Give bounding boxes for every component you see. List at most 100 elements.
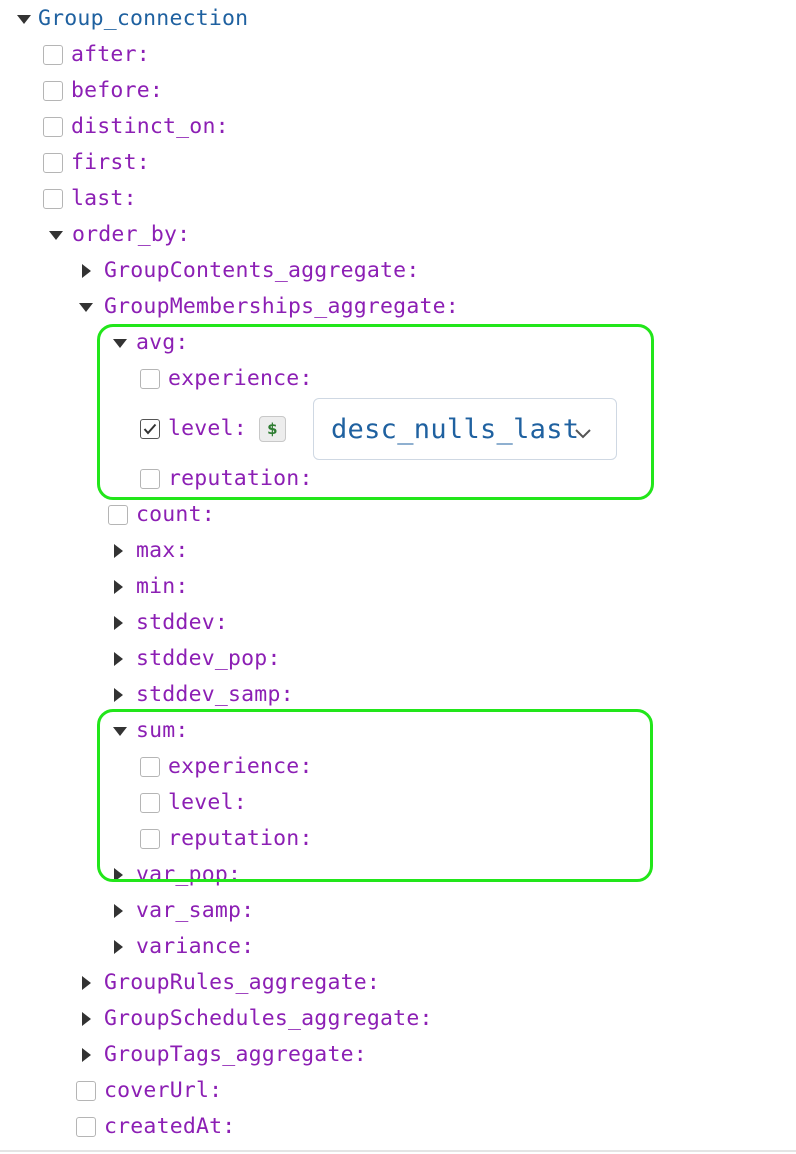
tree-node-label: avg: xyxy=(136,330,189,355)
tree-node-label: stddev: xyxy=(136,610,229,635)
caret-right-icon[interactable] xyxy=(112,536,136,566)
tree-node-group-memberships-aggregate[interactable]: GroupMemberships_aggregate: xyxy=(78,292,459,322)
field-label: level: xyxy=(168,416,247,441)
caret-down-icon[interactable] xyxy=(112,716,136,746)
tree-node-min[interactable]: min: xyxy=(112,572,189,602)
tree-node-variance[interactable]: variance: xyxy=(112,932,254,962)
tree-node-var-pop[interactable]: var_pop: xyxy=(112,860,241,890)
field-checkbox-checked[interactable] xyxy=(140,419,160,439)
caret-down-icon[interactable] xyxy=(16,4,38,34)
field-first[interactable]: first: xyxy=(43,148,150,178)
field-label: createdAt: xyxy=(104,1114,236,1139)
order-by-value-select[interactable]: desc_nulls_last xyxy=(313,398,617,460)
variable-toggle-button[interactable]: $ xyxy=(258,416,286,442)
tree-node-stddev[interactable]: stddev: xyxy=(112,608,228,638)
field-count[interactable]: count: xyxy=(108,500,215,530)
tree-node-group-contents-aggregate[interactable]: GroupContents_aggregate: xyxy=(80,256,419,286)
field-label: reputation: xyxy=(168,466,313,491)
field-checkbox[interactable] xyxy=(76,1081,96,1101)
field-avg-experience[interactable]: experience: xyxy=(140,364,313,394)
caret-right-icon[interactable] xyxy=(112,896,136,926)
field-label: first: xyxy=(71,150,150,175)
field-avg-reputation[interactable]: reputation: xyxy=(140,464,313,494)
tree-node-order-by[interactable]: order_by: xyxy=(48,220,190,250)
field-label: count: xyxy=(136,502,215,527)
caret-right-icon[interactable] xyxy=(80,1004,104,1034)
tree-node-label: GroupMemberships_aggregate: xyxy=(104,294,459,319)
caret-right-icon[interactable] xyxy=(112,572,136,602)
caret-right-icon[interactable] xyxy=(112,932,136,962)
caret-down-icon[interactable] xyxy=(78,292,104,322)
field-sum-level[interactable]: level: xyxy=(140,788,247,818)
field-created-at[interactable]: createdAt: xyxy=(76,1112,235,1142)
tree-node-label: stddev_pop: xyxy=(136,646,281,671)
select-value: desc_nulls_last xyxy=(331,413,580,445)
field-before[interactable]: before: xyxy=(43,76,163,106)
caret-right-icon[interactable] xyxy=(80,1040,104,1070)
checkmark-icon xyxy=(143,423,157,435)
tree-node-label: var_samp: xyxy=(136,898,255,923)
tree-node-label: GroupContents_aggregate: xyxy=(104,258,420,283)
field-last[interactable]: last: xyxy=(43,184,137,214)
field-label: before: xyxy=(71,78,164,103)
tree-node-sum[interactable]: sum: xyxy=(112,716,189,746)
field-avg-level[interactable]: level: $ xyxy=(140,414,286,444)
field-label: experience: xyxy=(168,754,313,779)
tree-node-group-schedules-aggregate[interactable]: GroupSchedules_aggregate: xyxy=(80,1004,433,1034)
tree-node-stddev-samp[interactable]: stddev_samp: xyxy=(112,680,294,710)
tree-node-group-tags-aggregate[interactable]: GroupTags_aggregate: xyxy=(80,1040,367,1070)
field-checkbox[interactable] xyxy=(140,793,160,813)
tree-node-group-connection[interactable]: Group_connection xyxy=(16,4,248,34)
caret-right-icon[interactable] xyxy=(80,968,104,998)
field-label: experience: xyxy=(168,366,313,391)
tree-node-stddev-pop[interactable]: stddev_pop: xyxy=(112,644,281,674)
field-checkbox[interactable] xyxy=(140,829,160,849)
field-label: coverUrl: xyxy=(104,1078,223,1103)
tree-node-label: var_pop: xyxy=(136,862,242,887)
tree-node-label: GroupSchedules_aggregate: xyxy=(104,1006,433,1031)
tree-node-label: Group_connection xyxy=(38,6,249,31)
field-sum-experience[interactable]: experience: xyxy=(140,752,313,782)
caret-right-icon[interactable] xyxy=(112,644,136,674)
query-explorer-tree: Group_connection after: before: distinct… xyxy=(0,0,796,1154)
tree-node-label: variance: xyxy=(136,934,255,959)
field-cover-url[interactable]: coverUrl: xyxy=(76,1076,222,1106)
tree-node-label: max: xyxy=(136,538,189,563)
tree-node-label: stddev_samp: xyxy=(136,682,294,707)
field-distinct-on[interactable]: distinct_on: xyxy=(43,112,229,142)
field-checkbox[interactable] xyxy=(43,81,63,101)
field-checkbox[interactable] xyxy=(43,45,63,65)
field-label: after: xyxy=(71,42,150,67)
tree-node-label: GroupTags_aggregate: xyxy=(104,1042,367,1067)
field-sum-reputation[interactable]: reputation: xyxy=(140,824,313,854)
field-checkbox[interactable] xyxy=(140,369,160,389)
field-label: last: xyxy=(71,186,137,211)
tree-node-label: GroupRules_aggregate: xyxy=(104,970,381,995)
caret-right-icon[interactable] xyxy=(112,860,136,890)
field-checkbox[interactable] xyxy=(76,1117,96,1137)
field-label: reputation: xyxy=(168,826,313,851)
tree-node-max[interactable]: max: xyxy=(112,536,189,566)
field-checkbox[interactable] xyxy=(43,189,63,209)
field-checkbox[interactable] xyxy=(43,153,63,173)
tree-node-avg[interactable]: avg: xyxy=(112,328,189,358)
caret-down-icon[interactable] xyxy=(48,220,72,250)
field-checkbox[interactable] xyxy=(140,757,160,777)
field-label: distinct_on: xyxy=(71,114,229,139)
divider xyxy=(0,1150,796,1152)
tree-node-label: min: xyxy=(136,574,189,599)
tree-node-label: sum: xyxy=(136,718,189,743)
field-checkbox[interactable] xyxy=(140,469,160,489)
tree-node-var-samp[interactable]: var_samp: xyxy=(112,896,254,926)
field-checkbox[interactable] xyxy=(108,505,128,525)
caret-right-icon[interactable] xyxy=(112,680,136,710)
caret-right-icon[interactable] xyxy=(80,256,104,286)
tree-node-group-rules-aggregate[interactable]: GroupRules_aggregate: xyxy=(80,968,380,998)
field-checkbox[interactable] xyxy=(43,117,63,137)
caret-down-icon[interactable] xyxy=(112,328,136,358)
tree-node-label: order_by: xyxy=(72,222,191,247)
field-label: level: xyxy=(168,790,247,815)
caret-right-icon[interactable] xyxy=(112,608,136,638)
field-after[interactable]: after: xyxy=(43,40,150,70)
chevron-down-icon xyxy=(574,421,592,446)
